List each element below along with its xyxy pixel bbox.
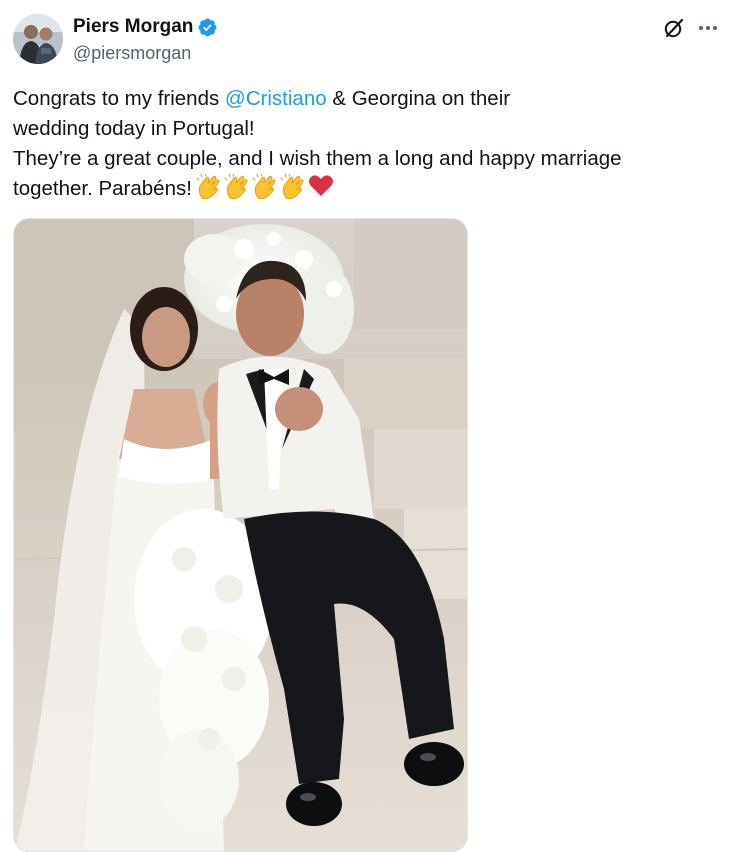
author-name-row[interactable]: Piers Morgan bbox=[73, 15, 218, 39]
tweet-photo[interactable] bbox=[13, 218, 468, 852]
avatar-image bbox=[13, 14, 63, 64]
more-horizontal-icon[interactable] bbox=[694, 14, 722, 42]
clapping-hands-icon bbox=[252, 174, 276, 200]
tweet-text-segment: together. Parabéns! bbox=[13, 177, 192, 200]
author-handle[interactable]: @piersmorgan bbox=[73, 42, 191, 64]
author-display-name[interactable]: Piers Morgan bbox=[73, 15, 193, 39]
tweet-line-2: wedding today in Portugal! bbox=[13, 117, 255, 140]
clapping-hands-icon bbox=[280, 174, 304, 200]
more-dots-graphic bbox=[699, 26, 717, 30]
tweet-text-segment: Congrats to my friends bbox=[13, 87, 225, 110]
tweet-line-1: Congrats to my friends @Cristiano & Geor… bbox=[13, 84, 693, 114]
red-heart-icon bbox=[308, 175, 333, 196]
verified-badge-icon bbox=[198, 18, 217, 36]
emoji-row bbox=[196, 174, 334, 200]
tweet-line-3: They’re a great couple, and I wish them … bbox=[13, 147, 622, 170]
mention-link[interactable]: @Cristiano bbox=[225, 87, 327, 110]
wedding-photo-icon bbox=[14, 219, 467, 851]
grok-icon-graphic bbox=[664, 18, 684, 38]
clapping-hands-icon bbox=[224, 174, 248, 200]
tweet-text-segment: & Georgina on their bbox=[326, 87, 511, 110]
grok-icon[interactable] bbox=[660, 14, 688, 42]
avatar[interactable] bbox=[13, 14, 63, 64]
tweet-text: Congrats to my friends @Cristiano & Geor… bbox=[13, 84, 693, 204]
tweet-line-4: together. Parabéns! bbox=[13, 174, 693, 204]
clapping-hands-icon bbox=[196, 174, 220, 200]
